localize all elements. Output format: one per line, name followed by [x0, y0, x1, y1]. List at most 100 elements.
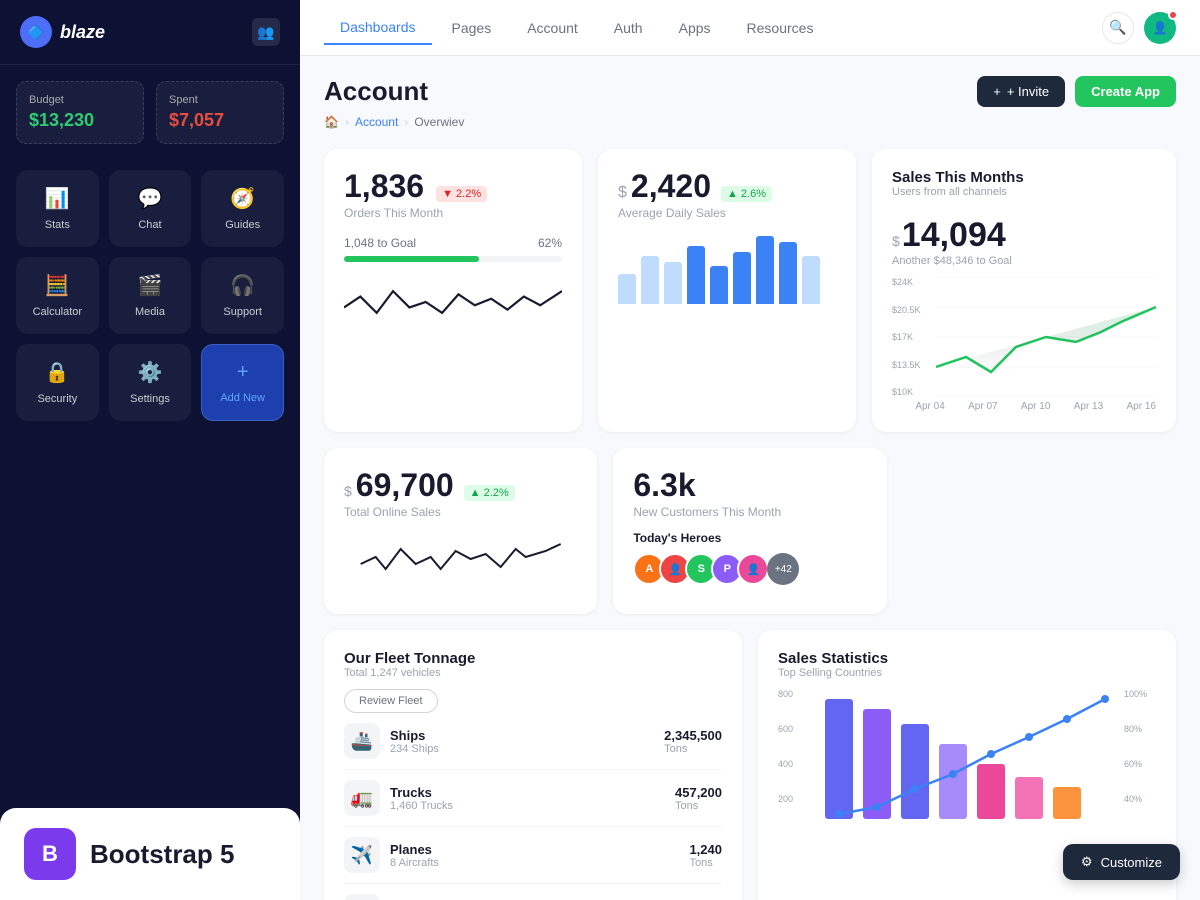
- avatar[interactable]: 👤: [1144, 12, 1176, 44]
- bar-8: [779, 242, 797, 304]
- bar-9: [802, 256, 820, 304]
- tab-pages[interactable]: Pages: [436, 11, 508, 45]
- tab-dashboards[interactable]: Dashboards: [324, 11, 432, 45]
- pct-labels: 100%80%60%40%: [1124, 689, 1156, 829]
- hero-avatar-5: 👤: [737, 553, 769, 585]
- orders-change: ▼ 2.2%: [436, 186, 487, 202]
- stats-grid: 1,836 ▼ 2.2% Orders This Month 1,048 to …: [324, 149, 1176, 432]
- content-area: Account + + Invite Create App 🏠 › Accoun…: [300, 56, 1200, 900]
- create-app-button[interactable]: Create App: [1075, 76, 1176, 107]
- progress-track: [344, 256, 562, 262]
- sales-subtitle: Users from all channels: [892, 186, 1156, 198]
- y-axis-labels: $24K$20.5K$17K$13.5K$10K: [892, 277, 928, 397]
- bar-2: [641, 256, 659, 304]
- trucks-count: 1,460 Trucks: [390, 800, 453, 812]
- bar-1: [618, 274, 636, 304]
- sidebar-item-media[interactable]: 🎬 Media: [109, 257, 192, 334]
- fleet-row-planes: ✈️ Planes 8 Aircrafts 1,240 Tons: [344, 827, 722, 884]
- trucks-name: Trucks: [390, 785, 453, 800]
- os-label: Total Online Sales: [344, 505, 577, 519]
- trucks-value: 457,200: [675, 785, 722, 800]
- bootstrap-letter: B: [42, 841, 58, 867]
- search-button[interactable]: 🔍: [1102, 12, 1134, 44]
- ships-unit: Tons: [664, 743, 722, 755]
- sales-stats-chart: 800600400200: [778, 689, 1156, 829]
- sidebar-item-calculator[interactable]: 🧮 Calculator: [16, 257, 99, 334]
- os-change: ▲ 2.2%: [464, 485, 515, 501]
- guides-icon: 🧭: [230, 186, 255, 211]
- online-sales-chart: [344, 529, 577, 589]
- planes-value: 1,240: [689, 842, 722, 857]
- sales-stats-title: Sales Statistics: [778, 650, 1156, 667]
- tab-apps[interactable]: Apps: [663, 11, 727, 45]
- sidebar-item-add-new[interactable]: + Add New: [201, 344, 284, 421]
- spent-label: Spent: [169, 94, 271, 106]
- users-icon[interactable]: 👥: [252, 18, 280, 46]
- sidebar-item-guides[interactable]: 🧭 Guides: [201, 170, 284, 247]
- goal-value: 1,048 to Goal: [344, 236, 416, 250]
- daily-sales-card: $ 2,420 ▲ 2.6% Average Daily Sales: [598, 149, 856, 432]
- sales-dollar: $: [892, 233, 900, 249]
- sales-y-labels: 800600400200: [778, 689, 806, 829]
- sidebar-item-settings[interactable]: ⚙️ Settings: [109, 344, 192, 421]
- invite-icon: +: [993, 84, 1001, 99]
- sidebar-item-support[interactable]: 🎧 Support: [201, 257, 284, 334]
- nav-right: 🔍 👤: [1102, 12, 1176, 44]
- progress-fill: [344, 256, 479, 262]
- tab-account[interactable]: Account: [511, 11, 594, 45]
- dark-area-placeholder: [903, 448, 1176, 614]
- sales-big-value: 14,094: [902, 216, 1006, 255]
- spent-value: $7,057: [169, 110, 271, 131]
- invite-button[interactable]: + + Invite: [977, 76, 1065, 107]
- bar-6: [733, 252, 751, 304]
- sidebar-item-security[interactable]: 🔒 Security: [16, 344, 99, 421]
- breadcrumb-account[interactable]: Account: [355, 115, 398, 129]
- logo-icon: 🔷: [20, 16, 52, 48]
- customize-button[interactable]: ⚙ Customize: [1063, 844, 1180, 880]
- customize-label: Customize: [1101, 855, 1162, 870]
- orders-card: 1,836 ▼ 2.2% Orders This Month 1,048 to …: [324, 149, 582, 432]
- goal-bar: 1,048 to Goal 62%: [344, 236, 562, 262]
- customize-icon: ⚙: [1081, 854, 1093, 870]
- calculator-icon: 🧮: [45, 273, 70, 298]
- trains-icon: 🚂: [344, 894, 380, 900]
- bootstrap-label: Bootstrap 5: [90, 839, 234, 870]
- breadcrumb: 🏠 › Account › Overwiev: [324, 115, 1176, 129]
- sidebar-item-chat[interactable]: 💬 Chat: [109, 170, 192, 247]
- daily-sales-chart: [618, 234, 836, 304]
- x-axis-labels: Apr 04Apr 07Apr 10Apr 13Apr 16: [892, 401, 1156, 412]
- budget-value: $13,230: [29, 110, 131, 131]
- support-label: Support: [223, 306, 262, 318]
- ships-value: 2,345,500: [664, 728, 722, 743]
- fleet-row-trains: 🚂 Trains 804,300: [344, 884, 722, 900]
- security-icon: 🔒: [45, 360, 70, 385]
- bootstrap-icon: B: [24, 828, 76, 880]
- budget-card: Budget $13,230: [16, 81, 144, 144]
- fleet-list: 🚢 Ships 234 Ships 2,345,500 Tons: [344, 713, 722, 900]
- sales-bar-chart: [814, 689, 1116, 829]
- customers-card: 6.3k New Customers This Month Today's He…: [613, 448, 886, 614]
- stats-label: Stats: [45, 219, 70, 231]
- chat-label: Chat: [138, 219, 161, 231]
- tab-resources[interactable]: Resources: [731, 11, 830, 45]
- fleet-title: Our Fleet Tonnage: [344, 650, 722, 667]
- tab-auth[interactable]: Auth: [598, 11, 659, 45]
- page-header: Account + + Invite Create App: [324, 76, 1176, 107]
- logo-area: 🔷 blaze: [20, 16, 105, 48]
- sidebar-item-stats[interactable]: 📊 Stats: [16, 170, 99, 247]
- online-sales-card: $ 69,700 ▲ 2.2% Total Online Sales: [324, 448, 597, 614]
- sales-stats-sub: Top Selling Countries: [778, 667, 1156, 679]
- review-fleet-button[interactable]: Review Fleet: [344, 689, 438, 713]
- bar-4: [687, 246, 705, 304]
- calculator-label: Calculator: [33, 306, 83, 318]
- menu-grid: 📊 Stats 💬 Chat 🧭 Guides 🧮 Calculator 🎬 M…: [0, 160, 300, 431]
- add-label: Add New: [220, 392, 265, 404]
- add-icon: +: [237, 361, 249, 384]
- sales-title: Sales This Months: [892, 169, 1156, 186]
- customers-label: New Customers This Month: [633, 505, 866, 519]
- heroes-section: Today's Heroes A 👤 S P 👤 +42: [633, 531, 866, 585]
- home-icon[interactable]: 🏠: [324, 115, 339, 129]
- daily-sales-change: ▲ 2.6%: [721, 186, 772, 202]
- orders-label: Orders This Month: [344, 206, 562, 220]
- goal-pct: 62%: [538, 236, 562, 250]
